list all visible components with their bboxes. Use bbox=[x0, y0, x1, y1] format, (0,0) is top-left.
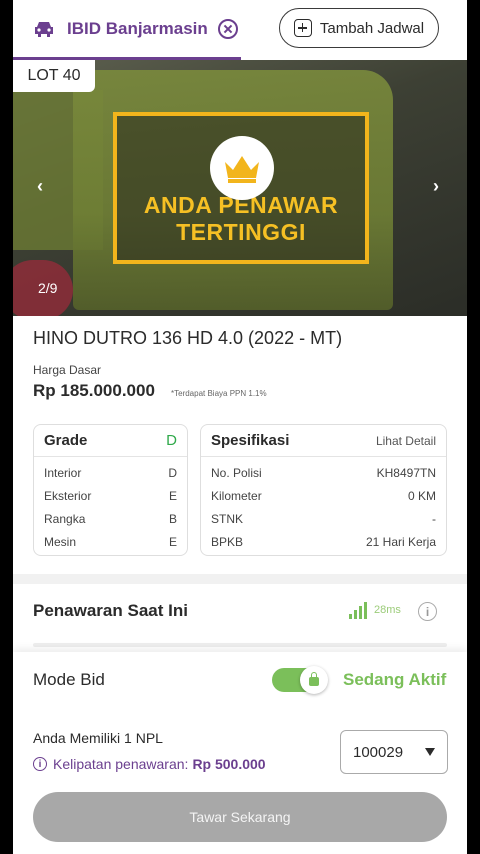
latency-value: 28ms bbox=[374, 604, 401, 616]
spec-row-value: 21 Hari Kerja bbox=[365, 534, 436, 549]
grade-row: Rangka B bbox=[34, 507, 187, 530]
grade-row-value: B bbox=[168, 511, 177, 526]
grade-row-value: E bbox=[168, 488, 177, 503]
npl-select[interactable]: 100029 bbox=[340, 730, 448, 774]
bid-mode-toggle[interactable] bbox=[272, 666, 328, 694]
info-icon: i bbox=[33, 757, 47, 771]
spec-row-value: - bbox=[432, 511, 436, 526]
bid-increment-label: Kelipatan penawaran: bbox=[53, 756, 189, 772]
see-detail-link[interactable]: Lihat Detail bbox=[376, 434, 436, 448]
bid-status: Sedang Aktif bbox=[343, 670, 447, 689]
grade-row: Interior D bbox=[34, 461, 187, 484]
spec-row: STNK - bbox=[201, 507, 446, 530]
spec-row: No. Polisi KH8497TN bbox=[201, 461, 446, 484]
spec-row-label: BPKB bbox=[211, 534, 244, 549]
grade-card-title: Grade bbox=[44, 432, 88, 449]
lot-badge: LOT 40 bbox=[13, 60, 95, 92]
grade-card-header: Grade D bbox=[34, 425, 187, 457]
bid-increment-amount: Rp 500.000 bbox=[192, 756, 266, 772]
app-screen: IBID Banjarmasin Tambah Jadwal LOT 40 AN… bbox=[13, 0, 467, 854]
spec-row: Kilometer 0 KM bbox=[201, 484, 446, 507]
plus-icon bbox=[293, 19, 312, 37]
tax-note: *Terdapat Biaya PPN 1.1% bbox=[171, 389, 267, 398]
grade-row: Eksterior E bbox=[34, 484, 187, 507]
grade-row-label: Rangka bbox=[44, 511, 86, 526]
spec-card-header: Spesifikasi Lihat Detail bbox=[201, 425, 446, 457]
photo-counter: 2/9 bbox=[38, 280, 58, 296]
spec-row: BPKB 21 Hari Kerja bbox=[201, 530, 446, 553]
section-divider bbox=[13, 574, 467, 584]
npl-count-text: Anda Memiliki 1 NPL bbox=[33, 730, 163, 746]
header: IBID Banjarmasin Tambah Jadwal bbox=[13, 0, 467, 60]
overall-grade: D bbox=[166, 432, 177, 449]
grade-card: Grade D Interior D Eksterior E Rangka B Mes… bbox=[33, 424, 188, 556]
bid-panel: Mode Bid Sedang Aktif Anda Memiliki 1 NP… bbox=[13, 652, 467, 854]
next-photo-arrow[interactable]: › bbox=[433, 176, 439, 197]
grade-row: Mesin E bbox=[34, 530, 187, 553]
toggle-knob bbox=[300, 666, 328, 694]
badge-line-2: TERTINGGI bbox=[176, 219, 306, 245]
spec-card-title: Spesifikasi bbox=[211, 432, 290, 449]
bid-now-button[interactable]: Tawar Sekarang bbox=[33, 792, 447, 842]
signal-icon bbox=[349, 602, 367, 619]
venue-tab[interactable]: IBID Banjarmasin bbox=[13, 0, 241, 60]
current-offer-title: Penawaran Saat Ini bbox=[33, 601, 188, 620]
vehicle-title: HINO DUTRO 136 HD 4.0 (2022 - MT) bbox=[33, 328, 343, 348]
spec-card: Spesifikasi Lihat Detail No. Polisi KH849… bbox=[200, 424, 447, 556]
spec-row-label: STNK bbox=[211, 511, 244, 526]
spec-row-value: 0 KM bbox=[407, 488, 436, 503]
spec-row-label: No. Polisi bbox=[211, 465, 262, 480]
highest-bidder-badge: ANDA PENAWAR TERTINGGI bbox=[113, 112, 369, 264]
grade-row-value: E bbox=[168, 534, 177, 549]
venue-name: IBID Banjarmasin bbox=[67, 18, 208, 38]
grade-row-label: Eksterior bbox=[44, 488, 92, 503]
bid-increment: i Kelipatan penawaran: Rp 500.000 bbox=[33, 756, 266, 772]
spec-row-label: Kilometer bbox=[211, 488, 262, 503]
base-price: Rp 185.000.000 bbox=[33, 381, 155, 400]
crown-icon bbox=[210, 136, 274, 200]
car-icon bbox=[35, 21, 53, 37]
close-venue-icon[interactable] bbox=[217, 18, 238, 39]
add-schedule-button[interactable]: Tambah Jadwal bbox=[279, 8, 439, 48]
price-label: Harga Dasar bbox=[33, 363, 102, 377]
grade-row-label: Interior bbox=[44, 465, 82, 480]
spec-row-value: KH8497TN bbox=[376, 465, 436, 480]
bid-mode-label: Mode Bid bbox=[33, 670, 105, 689]
offer-placeholder-line bbox=[33, 643, 447, 647]
prev-photo-arrow[interactable]: ‹ bbox=[37, 176, 43, 197]
grade-row-value: D bbox=[168, 465, 177, 480]
grade-row-label: Mesin bbox=[44, 534, 77, 549]
info-icon[interactable]: i bbox=[418, 602, 437, 621]
npl-select-value: 100029 bbox=[353, 743, 404, 761]
lock-icon bbox=[309, 672, 319, 686]
chevron-down-icon bbox=[425, 748, 435, 756]
add-schedule-label: Tambah Jadwal bbox=[319, 19, 425, 37]
